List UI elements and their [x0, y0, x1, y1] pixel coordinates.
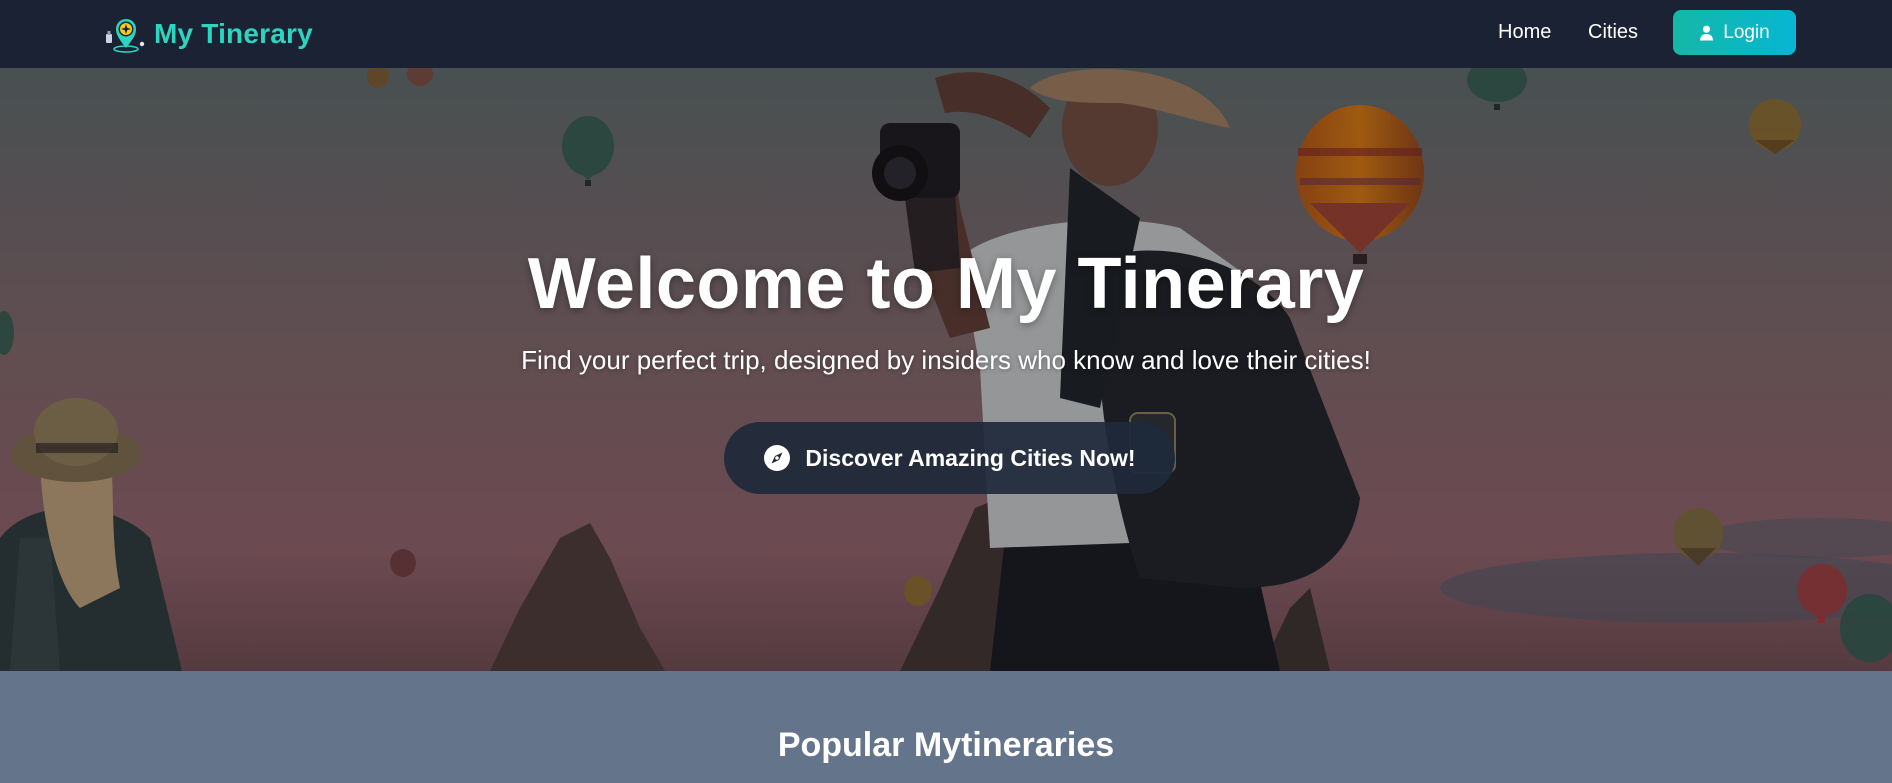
discover-cities-button[interactable]: Discover Amazing Cities Now! [724, 422, 1175, 494]
compass-icon [764, 445, 791, 471]
login-label: Login [1723, 21, 1770, 43]
hero-title: Welcome to My Tinerary [527, 244, 1365, 324]
hero-content: Welcome to My Tinerary Find your perfect… [0, 68, 1892, 671]
hero-section: Welcome to My Tinerary Find your perfect… [0, 68, 1892, 671]
discover-cities-label: Discover Amazing Cities Now! [805, 444, 1136, 471]
hero-subtitle: Find your perfect trip, designed by insi… [521, 345, 1371, 375]
brand[interactable]: My Tinerary [104, 14, 313, 54]
user-icon [1700, 25, 1714, 40]
navbar: My Tinerary Home Cities Login [0, 0, 1892, 68]
popular-title: Popular Mytineraries [777, 726, 1115, 764]
map-pin-compass-icon [106, 19, 145, 53]
nav-link-home[interactable]: Home [1498, 21, 1551, 44]
nav-link-cities[interactable]: Cities [1588, 21, 1638, 44]
brand-name: My Tinerary [154, 18, 313, 49]
popular-section: Popular Mytineraries [0, 671, 1892, 783]
login-button[interactable]: Login [1673, 10, 1796, 55]
